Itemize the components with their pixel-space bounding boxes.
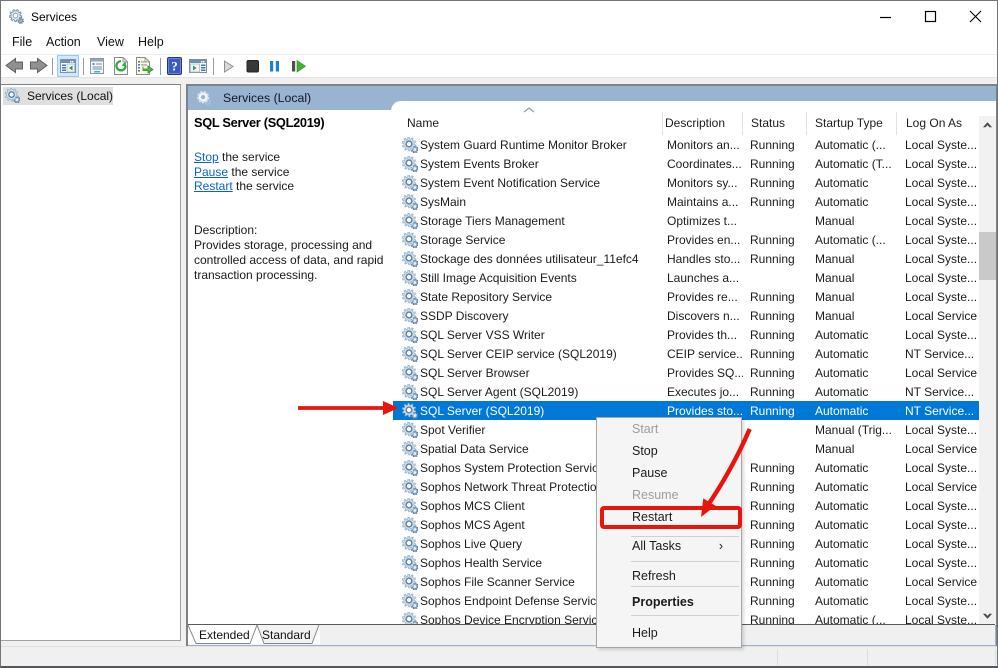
svg-text:?: ? [171,59,178,74]
